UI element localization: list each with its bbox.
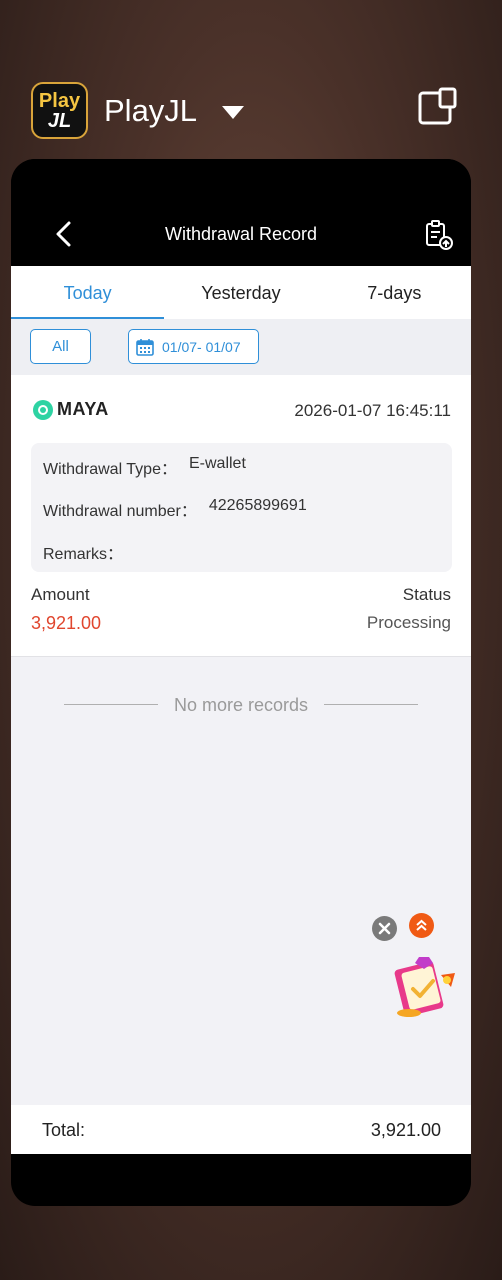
maya-logo-icon bbox=[33, 399, 53, 420]
payment-method: MAYA bbox=[33, 399, 109, 420]
date-range-button[interactable]: 01/07- 01/07 bbox=[128, 329, 259, 364]
total-value: 3,921.00 bbox=[370, 1120, 441, 1140]
filter-bar: All 01/07- 01/07 bbox=[11, 319, 471, 375]
record-details: Withdrawal Type： E-wallet Withdrawal num… bbox=[31, 443, 452, 572]
no-more-records-text: No more records bbox=[173, 695, 309, 715]
tab-yesterday[interactable]: Yesterday bbox=[164, 266, 317, 319]
all-filter-button[interactable]: All bbox=[30, 329, 91, 364]
tab-today[interactable]: Today bbox=[11, 266, 165, 319]
promo-gift-icon[interactable] bbox=[389, 951, 461, 1023]
caret-down-icon[interactable] bbox=[222, 106, 244, 120]
period-tabs: Today Yesterday 7-days bbox=[11, 266, 471, 319]
withdrawal-type-label: Withdrawal Type： bbox=[43, 461, 177, 478]
date-range-label: 01/07- 01/07 bbox=[162, 338, 241, 355]
withdrawal-record-card[interactable]: MAYA 2026-01-07 16:45:11 Withdrawal Type… bbox=[11, 375, 471, 657]
amount-value: 3,921.00 bbox=[31, 613, 102, 633]
total-bar: Total: 3,921.00 bbox=[11, 1105, 471, 1154]
withdrawal-type-row: Withdrawal Type： E-wallet bbox=[43, 455, 246, 479]
withdrawal-type-value: E-wallet bbox=[188, 455, 246, 472]
withdrawal-number-label: Withdrawal number： bbox=[43, 503, 197, 520]
record-datetime: 2026-01-07 16:45:11 bbox=[294, 401, 451, 420]
amount-label: Amount bbox=[31, 585, 90, 604]
top-bar: Withdrawal Record bbox=[11, 159, 471, 265]
status-label: Status bbox=[402, 585, 451, 604]
app-icon[interactable]: Play JL bbox=[31, 82, 88, 139]
app-window: Withdrawal Record Today Yesterday 7-days… bbox=[11, 159, 471, 1206]
app-icon-text-top: Play bbox=[38, 89, 81, 112]
withdrawal-number-row: Withdrawal number： 42265899691 bbox=[43, 497, 307, 521]
remarks-label: Remarks： bbox=[43, 546, 124, 563]
list-area bbox=[11, 657, 471, 1105]
calendar-icon bbox=[136, 338, 154, 356]
payment-method-name: MAYA bbox=[57, 399, 109, 419]
expand-up-icon[interactable] bbox=[409, 913, 434, 938]
split-screen-icon[interactable] bbox=[418, 87, 458, 127]
divider-right bbox=[324, 704, 418, 705]
app-name[interactable]: PlayJL bbox=[104, 93, 197, 129]
app-icon-text-bottom: JL bbox=[47, 109, 72, 132]
tab-7-days[interactable]: 7-days bbox=[318, 266, 471, 319]
remarks-row: Remarks： bbox=[43, 540, 135, 564]
status-value: Processing bbox=[366, 613, 451, 632]
app-switcher-header: Play JL PlayJL bbox=[0, 0, 502, 160]
page-title: Withdrawal Record bbox=[164, 224, 318, 244]
withdrawal-number-value: 42265899691 bbox=[208, 497, 307, 514]
clipboard-upload-icon[interactable] bbox=[423, 219, 455, 251]
close-floating-icon[interactable] bbox=[372, 916, 397, 941]
total-label: Total: bbox=[42, 1120, 86, 1140]
